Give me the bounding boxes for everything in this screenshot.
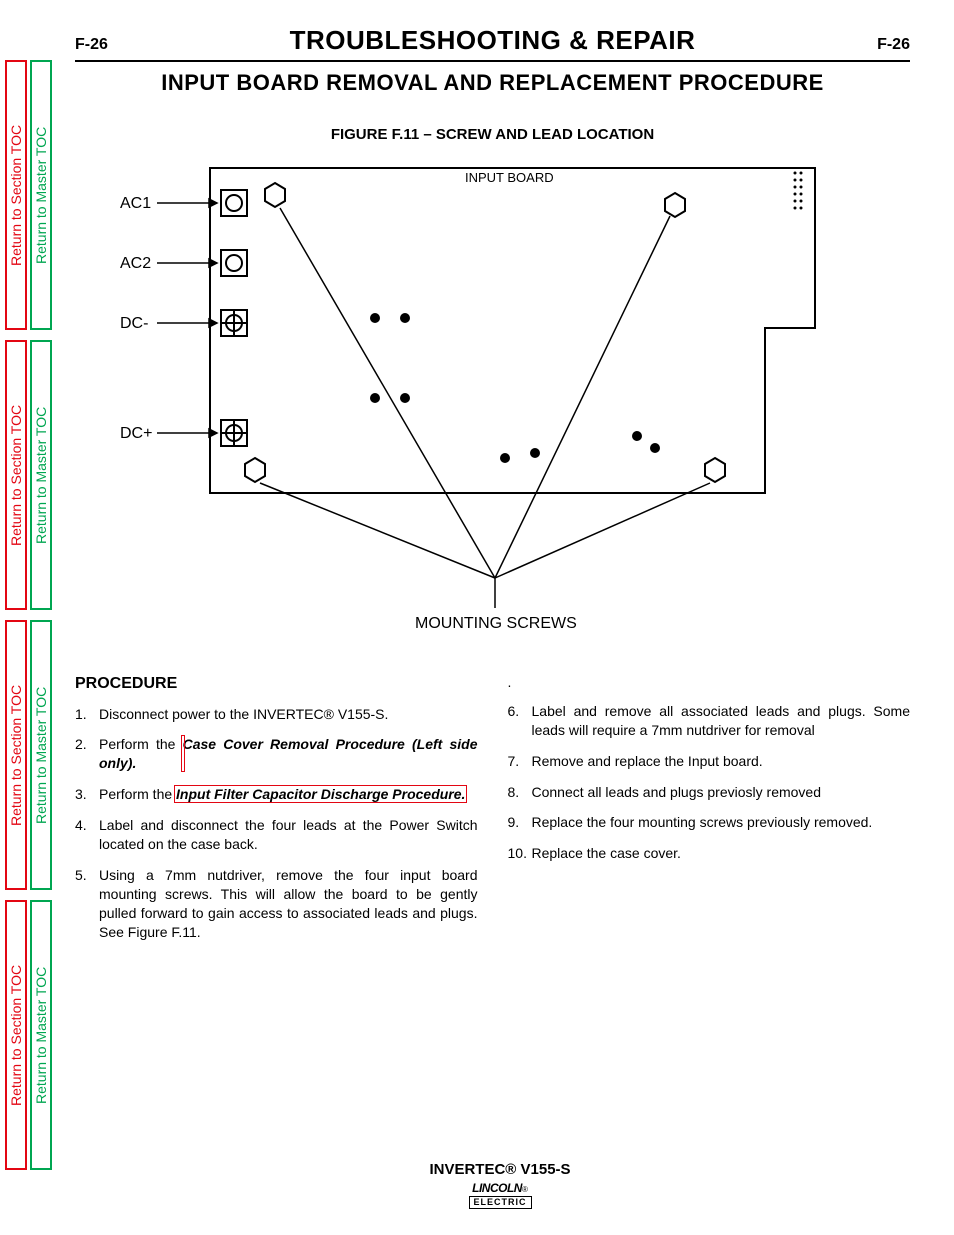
- stray-dot: .: [508, 673, 911, 692]
- proc-step: Perform the Case Cover Removal Procedure…: [75, 735, 478, 773]
- procedure-col-left: PROCEDURE Disconnect power to the INVERT…: [75, 673, 478, 954]
- proc-step: Connect all leads and plugs previosly re…: [508, 783, 911, 802]
- procedure-list-left: Disconnect power to the INVERTEC® V155-S…: [75, 705, 478, 942]
- section-toc-tab[interactable]: Return to Section TOC: [5, 340, 27, 610]
- lincoln-electric-logo: LINCOLN® ELECTRIC: [469, 1182, 532, 1209]
- label-ac2: AC2: [120, 255, 151, 272]
- label-dc-minus: DC-: [120, 315, 148, 332]
- procedure-heading: PROCEDURE: [75, 673, 478, 695]
- link-capacitor-discharge[interactable]: Input Filter Capacitor Discharge Procedu…: [176, 786, 465, 802]
- label-dc-plus: DC+: [120, 425, 152, 442]
- procedure-col-right: . Label and remove all associated leads …: [508, 673, 911, 954]
- proc-step: Label and disconnect the four leads at t…: [75, 816, 478, 854]
- side-tabs: Return to Section TOC Return to Section …: [5, 60, 52, 1170]
- proc-step: Remove and replace the Input board.: [508, 752, 911, 771]
- page-header: F-26 TROUBLESHOOTING & REPAIR F-26: [75, 25, 910, 62]
- proc-step: Label and remove all associated leads an…: [508, 702, 911, 740]
- master-toc-tab[interactable]: Return to Master TOC: [30, 340, 52, 610]
- master-toc-tab[interactable]: Return to Master TOC: [30, 900, 52, 1170]
- page-content: F-26 TROUBLESHOOTING & REPAIR F-26 INPUT…: [75, 25, 925, 954]
- proc-step: Disconnect power to the INVERTEC® V155-S…: [75, 705, 478, 724]
- section-toc-tab[interactable]: Return to Section TOC: [5, 620, 27, 890]
- proc-step: Replace the case cover.: [508, 844, 911, 863]
- figure-diagram: AC1 AC2 DC- DC+: [75, 158, 835, 638]
- master-toc-tab[interactable]: Return to Master TOC: [30, 60, 52, 330]
- logo-bottom-text: ELECTRIC: [469, 1196, 532, 1209]
- page-number-right: F-26: [877, 36, 910, 54]
- logo-top-text: LINCOLN: [472, 1181, 522, 1195]
- footer-product: INVERTEC® V155-S: [75, 1161, 925, 1178]
- label-input-board: INPUT BOARD: [465, 170, 554, 185]
- page-footer: INVERTEC® V155-S LINCOLN® ELECTRIC: [75, 1161, 925, 1210]
- section-title: TROUBLESHOOTING & REPAIR: [290, 25, 696, 56]
- section-toc-tab[interactable]: Return to Section TOC: [5, 60, 27, 330]
- procedure-columns: PROCEDURE Disconnect power to the INVERT…: [75, 673, 910, 954]
- master-toc-tab[interactable]: Return to Master TOC: [30, 620, 52, 890]
- subsection-title: INPUT BOARD REMOVAL AND REPLACEMENT PROC…: [75, 70, 910, 96]
- proc-step: Replace the four mounting screws previou…: [508, 813, 911, 832]
- proc-step: Using a 7mm nutdriver, remove the four i…: [75, 866, 478, 942]
- label-mounting-screws: MOUNTING SCREWS: [415, 615, 577, 632]
- procedure-list-right: Label and remove all associated leads an…: [508, 702, 911, 863]
- figure-caption: FIGURE F.11 – SCREW AND LEAD LOCATION: [75, 126, 910, 143]
- section-toc-tab[interactable]: Return to Section TOC: [5, 900, 27, 1170]
- proc-step: Perform the Input Filter Capacitor Disch…: [75, 785, 478, 804]
- page-number-left: F-26: [75, 36, 108, 54]
- label-ac1: AC1: [120, 195, 151, 212]
